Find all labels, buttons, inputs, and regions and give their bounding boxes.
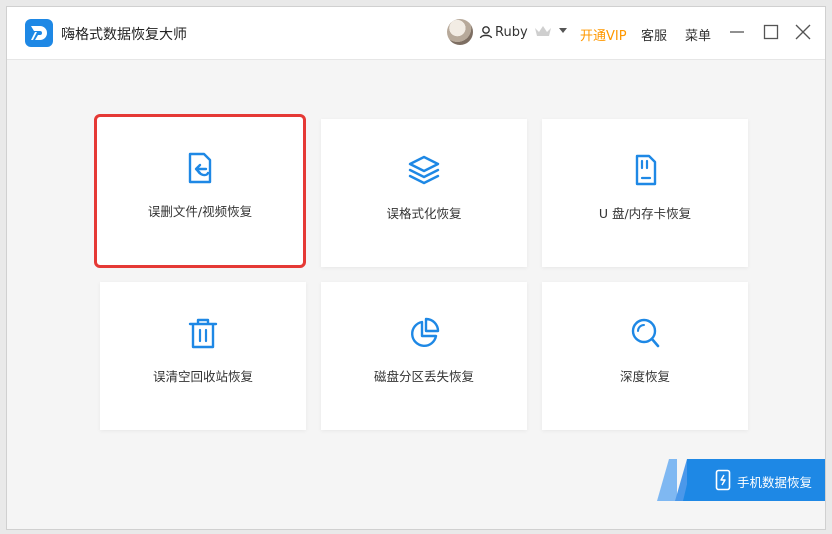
card-label: 误格式化恢复 — [386, 206, 462, 221]
card-deep-recovery[interactable]: 深度恢复 — [542, 282, 748, 430]
card-label: 磁盘分区丢失恢复 — [373, 369, 474, 384]
close-icon[interactable] — [791, 20, 815, 44]
magnifier-icon — [631, 318, 660, 348]
customer-service-link[interactable]: 客服 — [641, 25, 667, 44]
card-deleted-file-recovery[interactable]: 误删文件/视频恢复 — [94, 114, 306, 268]
pie-chart-icon — [411, 317, 440, 347]
user-badge-icon — [479, 26, 493, 39]
sd-card-icon — [635, 154, 657, 186]
file-recover-icon — [188, 152, 212, 184]
user-avatar[interactable] — [447, 19, 473, 45]
card-partition-recovery[interactable]: 磁盘分区丢失恢复 — [321, 282, 527, 430]
app-title: 嗨格式数据恢复大师 — [61, 27, 187, 43]
card-label: 误清空回收站恢复 — [152, 369, 253, 384]
trash-icon — [188, 318, 218, 349]
app-logo-icon — [25, 19, 53, 47]
card-format-recovery[interactable]: 误格式化恢复 — [321, 119, 527, 267]
card-label: U 盘/内存卡恢复 — [598, 206, 692, 221]
card-label: 误删文件/视频恢复 — [147, 204, 253, 219]
app-window: 嗨格式数据恢复大师 Ruby 开通VIP 客服 菜单 误删文件/视频恢复 误格式… — [6, 6, 826, 530]
user-name[interactable]: Ruby — [495, 25, 528, 40]
maximize-icon[interactable] — [759, 20, 783, 44]
phone-recovery-label: 手机数据恢复 — [737, 475, 813, 490]
menu-link[interactable]: 菜单 — [685, 25, 711, 44]
title-bar: 嗨格式数据恢复大师 Ruby 开通VIP 客服 菜单 — [7, 7, 825, 60]
card-recycle-bin-recovery[interactable]: 误清空回收站恢复 — [100, 282, 306, 430]
phone-icon — [715, 469, 731, 491]
layers-icon — [408, 155, 440, 185]
minimize-icon[interactable] — [725, 20, 749, 44]
phone-data-recovery-button[interactable]: 手机数据恢复 — [657, 459, 825, 501]
card-usb-sd-recovery[interactable]: U 盘/内存卡恢复 — [542, 119, 748, 267]
crown-icon — [535, 26, 551, 36]
user-dropdown-chevron-down-icon[interactable] — [559, 28, 567, 33]
open-vip-link[interactable]: 开通VIP — [580, 25, 627, 44]
card-label: 深度恢复 — [619, 369, 670, 384]
